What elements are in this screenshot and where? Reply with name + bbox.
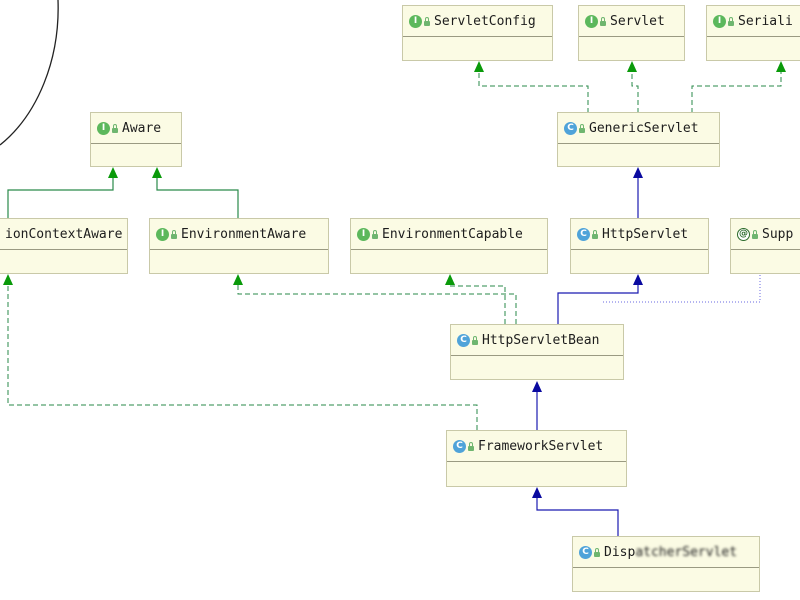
diagram-canvas (0, 0, 786, 536)
node-serializable[interactable]: I Seriali (706, 5, 800, 61)
edge-genericservlet-serializable (691, 70, 782, 113)
node-httpservletbean[interactable]: C HttpServletBean (450, 324, 624, 380)
edge-supp (603, 274, 761, 303)
node-label: GenericServlet (589, 120, 699, 136)
background-arc (0, 0, 59, 146)
node-label: ServletConfig (434, 13, 536, 29)
arrowhead (445, 274, 455, 285)
lock-icon (112, 124, 118, 133)
interface-icon: I (97, 121, 110, 135)
node-label: HttpServletBean (482, 332, 600, 348)
arrowhead (474, 61, 484, 72)
arrowhead (532, 381, 542, 392)
node-label: Servlet (610, 13, 665, 29)
lock-icon (600, 17, 606, 26)
lock-icon (728, 17, 734, 26)
interface-icon: I (585, 14, 598, 28)
edge-httpservletbean-environmentaware (237, 283, 517, 324)
interface-icon: I (409, 14, 422, 28)
edge-environmentaware-aware (156, 177, 239, 218)
arrowhead (627, 61, 637, 72)
edge-dispatcherservlet-frameworkservlet (536, 497, 619, 536)
node-environmentcapable[interactable]: I EnvironmentCapable (350, 218, 548, 274)
node-servletconfig[interactable]: I ServletConfig (402, 5, 553, 61)
lock-icon (372, 230, 378, 239)
interface-icon: I (713, 14, 726, 28)
lock-icon (579, 124, 585, 133)
node-label: Supp (762, 226, 794, 242)
edge-frameworkservlet-appcontextaware (7, 283, 478, 430)
node-label: EnvironmentAware (181, 226, 307, 242)
class-icon: C (579, 545, 592, 559)
node-servlet[interactable]: I Servlet (578, 5, 685, 61)
edge-httpservletbean-httpservlet (557, 283, 639, 324)
lock-icon (468, 442, 474, 451)
node-label: Disp (604, 544, 636, 560)
arrowhead (108, 167, 118, 178)
class-icon: C (453, 439, 466, 453)
node-dispatcherservlet[interactable]: C Disp atcherServlet (572, 536, 760, 592)
arrowhead (633, 274, 643, 285)
arrowhead (776, 61, 786, 72)
annotation-icon: @ (737, 227, 750, 241)
node-applicationcontextaware[interactable]: ionContextAware (0, 218, 128, 274)
node-label: ionContextAware (5, 226, 123, 242)
node-label: FrameworkServlet (478, 438, 604, 454)
lock-icon (171, 230, 177, 239)
class-icon: C (457, 333, 470, 347)
edge-appcontextaware-aware (7, 177, 114, 218)
node-label: Aware (122, 120, 162, 136)
edge-genericservlet-servletconfig (478, 70, 589, 113)
obscured-label: atcherServlet (635, 544, 738, 560)
lock-icon (752, 230, 758, 239)
node-environmentaware[interactable]: I EnvironmentAware (149, 218, 329, 274)
interface-icon: I (357, 227, 370, 241)
lock-icon (424, 17, 430, 26)
node-supp[interactable]: @ Supp (730, 218, 800, 274)
lock-icon (472, 336, 478, 345)
node-httpservlet[interactable]: C HttpServlet (570, 218, 709, 274)
lock-icon (594, 548, 600, 557)
arrowhead (3, 274, 13, 285)
node-genericservlet[interactable]: C GenericServlet (557, 112, 720, 167)
class-icon: C (577, 227, 590, 241)
interface-icon: I (156, 227, 169, 241)
lock-icon (592, 230, 598, 239)
arrowhead (152, 167, 162, 178)
edge-httpservletbean-environmentcapable (449, 283, 506, 324)
arrowhead (233, 274, 243, 285)
arrowhead (532, 487, 542, 498)
edge-genericservlet-servlet (631, 70, 639, 113)
arrowhead (633, 167, 643, 178)
node-label: EnvironmentCapable (382, 226, 523, 242)
node-label: Seriali (738, 13, 793, 29)
node-aware[interactable]: I Aware (90, 112, 182, 167)
node-frameworkservlet[interactable]: C FrameworkServlet (446, 430, 627, 487)
class-icon: C (564, 121, 577, 135)
node-label: HttpServlet (602, 226, 689, 242)
